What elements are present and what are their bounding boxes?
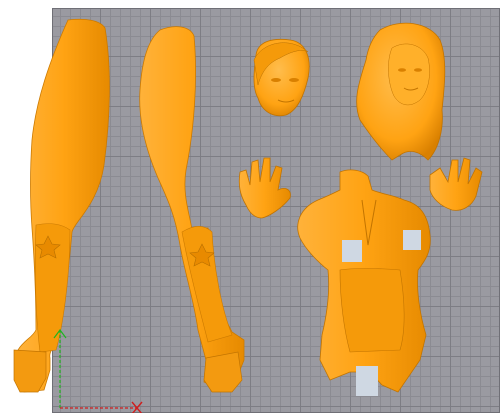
left-boot (34, 223, 71, 353)
3d-viewport[interactable] (0, 0, 500, 413)
left-leg-model[interactable] (13, 18, 110, 393)
torso-costume-panel (339, 268, 405, 353)
right-hand-model[interactable] (429, 157, 483, 211)
short-hair-head-model[interactable] (253, 38, 310, 117)
censor-box-right (403, 230, 421, 250)
model-parts-layer (13, 18, 483, 413)
right-boot-heel (203, 351, 243, 393)
censor-box-bottom (356, 366, 378, 396)
x-axis-marker-icon (131, 401, 143, 413)
long-hair-head-model[interactable] (356, 22, 446, 161)
left-hand-model[interactable] (238, 157, 291, 219)
torso-model[interactable] (297, 169, 431, 393)
axis-indicator (53, 329, 143, 413)
right-leg-model[interactable] (139, 26, 245, 393)
left-boot-heel (13, 349, 47, 393)
censor-box-left (342, 240, 362, 262)
